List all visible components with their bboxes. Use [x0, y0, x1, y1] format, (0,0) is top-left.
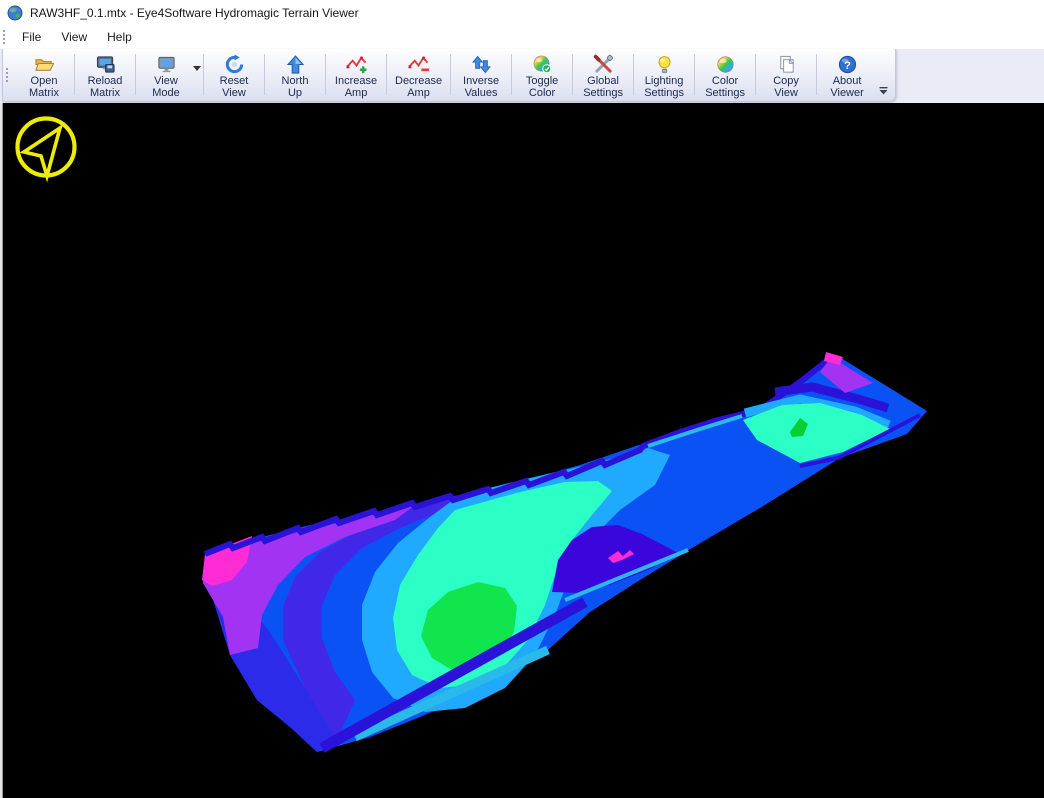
- button-label: Toggle: [526, 75, 558, 87]
- button-label: Increase: [335, 75, 377, 87]
- open-matrix-button[interactable]: Open Matrix: [15, 49, 73, 101]
- button-label: Settings: [583, 87, 623, 99]
- button-label: Mode: [152, 87, 180, 99]
- global-settings-button[interactable]: Global Settings: [574, 49, 632, 101]
- copy-view-button[interactable]: Copy View: [757, 49, 815, 101]
- copy-pages-icon: [776, 54, 797, 75]
- terrain-viewport[interactable]: [0, 103, 1044, 798]
- button-label: Amp: [345, 87, 368, 99]
- toolbar-separator: [633, 54, 634, 95]
- terrain-3d-view[interactable]: [0, 103, 1044, 798]
- toolbar: Open Matrix Reload Matrix: [2, 49, 896, 102]
- svg-text:?: ?: [844, 60, 851, 72]
- button-label: View: [222, 87, 246, 99]
- toolbar-separator: [325, 54, 326, 95]
- toolbar-separator: [203, 54, 204, 95]
- menubar-grip[interactable]: [3, 30, 8, 44]
- button-label: Matrix: [90, 87, 120, 99]
- inverse-values-button[interactable]: Inverse Values: [452, 49, 510, 101]
- terrain-surface: [202, 352, 927, 752]
- crossed-tools-icon: [593, 54, 614, 75]
- button-label: Copy: [773, 75, 799, 87]
- button-label: Viewer: [830, 87, 863, 99]
- button-label: Reset: [220, 75, 249, 87]
- button-label: Matrix: [29, 87, 59, 99]
- reset-view-button[interactable]: Reset View: [205, 49, 263, 101]
- monitor-icon: [156, 54, 177, 75]
- app-window: { "window": { "title": "RAW3HF_0.1.mtx -…: [0, 0, 1044, 798]
- app-globe-icon: [7, 5, 23, 21]
- compass-north-arrow: [18, 119, 75, 177]
- button-label: Color: [529, 87, 555, 99]
- toolbar-separator: [264, 54, 265, 95]
- question-circle-icon: ?: [837, 54, 858, 75]
- toolbar-separator: [755, 54, 756, 95]
- button-label: Color: [712, 75, 738, 87]
- zigzag-minus-icon: [408, 54, 429, 75]
- open-folder-icon: [34, 54, 55, 75]
- menu-file[interactable]: File: [12, 26, 51, 48]
- button-label: Inverse: [463, 75, 499, 87]
- zigzag-plus-icon: [346, 54, 367, 75]
- toolbar-separator: [386, 54, 387, 95]
- circular-arrow-icon: [224, 54, 245, 75]
- arrows-up-down-icon: [471, 54, 492, 75]
- color-sphere-icon: [715, 54, 736, 75]
- menu-view[interactable]: View: [51, 26, 97, 48]
- button-label: Open: [31, 75, 58, 87]
- reload-matrix-button[interactable]: Reload Matrix: [76, 49, 134, 101]
- window-title: RAW3HF_0.1.mtx - Eye4Software Hydromagic…: [30, 6, 359, 20]
- view-mode-dropdown-icon[interactable]: [193, 58, 201, 76]
- toolbar-separator: [511, 54, 512, 95]
- button-label: Reload: [88, 75, 123, 87]
- arrow-up-icon: [285, 54, 306, 75]
- button-label: Amp: [407, 87, 430, 99]
- color-settings-button[interactable]: Color Settings: [696, 49, 754, 101]
- toolbar-separator: [816, 54, 817, 95]
- lightbulb-icon: [654, 54, 675, 75]
- button-label: Decrease: [395, 75, 442, 87]
- button-label: View: [154, 75, 178, 87]
- decrease-amp-button[interactable]: Decrease Amp: [388, 49, 449, 101]
- title-bar[interactable]: RAW3HF_0.1.mtx - Eye4Software Hydromagic…: [0, 0, 1044, 25]
- north-up-button[interactable]: North Up: [266, 49, 324, 101]
- menu-bar: File View Help: [0, 25, 1044, 49]
- toolbar-separator: [74, 54, 75, 95]
- toolbar-overflow-button[interactable]: [876, 49, 893, 101]
- toolbar-separator: [694, 54, 695, 95]
- toolbar-separator: [450, 54, 451, 95]
- about-viewer-button[interactable]: ? About Viewer: [818, 49, 876, 101]
- increase-amp-button[interactable]: Increase Amp: [327, 49, 385, 101]
- button-label: View: [774, 87, 798, 99]
- color-sphere-check-icon: [532, 54, 553, 75]
- toolbar-grip[interactable]: [6, 68, 11, 82]
- toolbar-separator: [135, 54, 136, 95]
- lighting-settings-button[interactable]: Lighting Settings: [635, 49, 693, 101]
- button-label: Settings: [705, 87, 745, 99]
- button-label: About: [833, 75, 862, 87]
- button-label: Up: [288, 87, 302, 99]
- button-label: Values: [465, 87, 498, 99]
- menu-help[interactable]: Help: [97, 26, 142, 48]
- toggle-color-button[interactable]: Toggle Color: [513, 49, 571, 101]
- view-mode-button[interactable]: View Mode: [137, 49, 202, 101]
- toolbar-separator: [572, 54, 573, 95]
- button-label: Lighting: [645, 75, 684, 87]
- button-label: North: [282, 75, 309, 87]
- button-label: Global: [587, 75, 619, 87]
- toolbar-overflow-icon: [879, 87, 888, 95]
- monitor-floppy-icon: [95, 54, 116, 75]
- toolbar-band: Open Matrix Reload Matrix: [0, 49, 1044, 103]
- button-label: Settings: [644, 87, 684, 99]
- window-left-border[interactable]: [0, 103, 3, 798]
